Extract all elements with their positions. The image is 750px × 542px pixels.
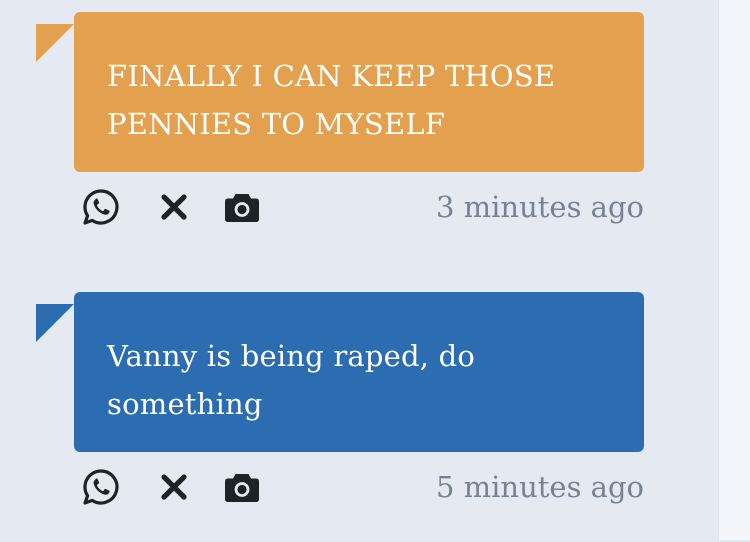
message-bubble[interactable]: Vanny is being raped, do something bbox=[74, 292, 644, 452]
post: Vanny is being raped, do something 5 min… bbox=[0, 292, 718, 542]
message-text: Vanny is being raped, do something bbox=[107, 339, 476, 421]
whatsapp-icon[interactable] bbox=[82, 188, 120, 226]
timestamp: 3 minutes ago bbox=[435, 190, 644, 224]
message-text: FINALLY I CAN KEEP THOSE PENNIES TO MYSE… bbox=[107, 59, 556, 141]
bubble-tail bbox=[36, 24, 74, 62]
post-actions: 5 minutes ago bbox=[82, 468, 644, 508]
post-feed: FINALLY I CAN KEEP THOSE PENNIES TO MYSE… bbox=[0, 0, 718, 540]
message-bubble[interactable]: FINALLY I CAN KEEP THOSE PENNIES TO MYSE… bbox=[74, 12, 644, 172]
camera-icon[interactable] bbox=[223, 188, 261, 226]
sidebar-edge bbox=[718, 0, 750, 540]
x-icon[interactable] bbox=[155, 468, 193, 506]
x-icon[interactable] bbox=[155, 188, 193, 226]
post: FINALLY I CAN KEEP THOSE PENNIES TO MYSE… bbox=[0, 12, 718, 262]
camera-icon[interactable] bbox=[223, 468, 261, 506]
timestamp: 5 minutes ago bbox=[435, 470, 644, 504]
post-actions: 3 minutes ago bbox=[82, 188, 644, 228]
whatsapp-icon[interactable] bbox=[82, 468, 120, 506]
bubble-tail bbox=[36, 304, 74, 342]
